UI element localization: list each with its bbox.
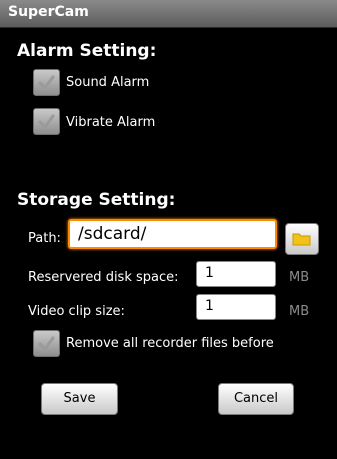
sound-alarm-checkbox[interactable] [33, 69, 60, 96]
title-bar: SuperCam [0, 0, 337, 28]
video-clip-size-unit: MB [289, 304, 310, 319]
video-clip-size-input[interactable]: 1 [196, 294, 276, 320]
cancel-button[interactable]: Cancel [218, 383, 294, 415]
path-input[interactable]: /sdcard/ [68, 219, 277, 249]
browse-folder-button[interactable] [285, 223, 319, 255]
reserved-space-label: Reservered disk space: [28, 270, 179, 285]
vibrate-alarm-label: Vibrate Alarm [66, 115, 156, 130]
alarm-setting-heading: Alarm Setting: [17, 41, 157, 61]
folder-icon [292, 233, 311, 246]
remove-files-checkbox[interactable] [33, 330, 60, 357]
remove-files-label: Remove all recorder files before [66, 336, 274, 351]
checkmark-icon [38, 336, 55, 351]
vibrate-alarm-checkbox[interactable] [33, 108, 60, 135]
reserved-space-unit: MB [289, 270, 310, 285]
reserved-space-value: 1 [205, 265, 214, 281]
path-value: /sdcard/ [78, 224, 147, 244]
video-clip-size-label: Video clip size: [28, 304, 125, 319]
sound-alarm-label: Sound Alarm [66, 75, 150, 90]
video-clip-size-value: 1 [205, 298, 214, 314]
checkmark-icon [38, 75, 55, 90]
app-title: SuperCam [8, 4, 89, 20]
checkmark-icon [38, 114, 55, 129]
storage-setting-heading: Storage Setting: [17, 190, 176, 210]
reserved-space-input[interactable]: 1 [196, 261, 276, 287]
save-button[interactable]: Save [41, 383, 118, 415]
path-label: Path: [28, 231, 61, 246]
